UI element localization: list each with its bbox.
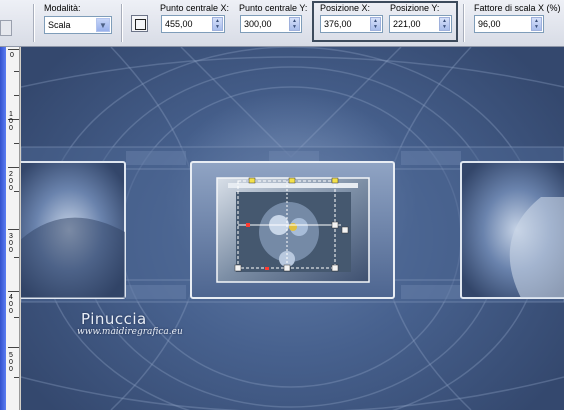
ruler-mark-500: 5 0 0	[9, 352, 13, 373]
ruler-mark-200: 2 0 0	[9, 171, 13, 192]
ruler-mark-300: 3 0 0	[9, 233, 13, 254]
mode-label: Modalità:	[44, 3, 81, 13]
ruler-selection-highlight	[0, 47, 6, 410]
center-y-label: Punto centrale Y:	[239, 3, 308, 13]
ruler-mark-0: 0	[10, 52, 14, 59]
tool-preset-icon[interactable]	[0, 20, 12, 36]
watermark-signature: Pinuccia www.maidiregrafica.eu	[77, 310, 183, 337]
center-x-value: 455,00	[165, 19, 193, 29]
toolbar-separator	[463, 4, 464, 42]
center-y-field[interactable]: 300,00 ▲ ▼	[240, 15, 302, 33]
center-x-label: Punto centrale X:	[160, 3, 230, 13]
scale-x-field[interactable]: 96,00 ▲ ▼	[474, 15, 544, 33]
watermark-url: www.maidiregrafica.eu	[77, 327, 183, 337]
center-point-icon[interactable]	[131, 15, 148, 32]
spinner-arrows-icon[interactable]: ▲ ▼	[439, 17, 450, 31]
scale-x-label: Fattore di scala X (%)	[474, 3, 561, 13]
image-canvas[interactable]: Pinuccia www.maidiregrafica.eu	[21, 47, 564, 410]
mode-value: Scala	[48, 20, 71, 30]
scale-x-value: 96,00	[478, 19, 501, 29]
watermark-name: Pinuccia	[81, 310, 147, 328]
spinner-arrows-icon[interactable]: ▲ ▼	[370, 17, 381, 31]
position-y-label: Posizione Y:	[390, 3, 440, 13]
pick-tool-options-bar: Modalità: Scala ▼ Punto centrale X: 455,…	[0, 0, 564, 47]
position-x-field[interactable]: 376,00 ▲ ▼	[320, 15, 383, 33]
position-y-value: 221,00	[393, 19, 421, 29]
center-y-value: 300,00	[244, 19, 272, 29]
artwork-graphic	[21, 47, 564, 410]
toolbar-separator	[121, 4, 122, 42]
spinner-arrows-icon[interactable]: ▲ ▼	[289, 17, 300, 31]
position-x-label: Posizione X:	[320, 3, 371, 13]
center-x-field[interactable]: 455,00 ▲ ▼	[161, 15, 225, 33]
position-y-field[interactable]: 221,00 ▲ ▼	[389, 15, 452, 33]
spinner-arrows-icon[interactable]: ▲ ▼	[212, 17, 223, 31]
spinner-arrows-icon[interactable]: ▲ ▼	[531, 17, 542, 31]
toolbar-separator	[33, 4, 34, 42]
ruler-mark-100: 1 0 0	[9, 111, 13, 132]
position-x-value: 376,00	[324, 19, 352, 29]
chevron-down-icon[interactable]: ▼	[96, 18, 110, 32]
mode-dropdown[interactable]: Scala ▼	[44, 16, 112, 34]
ruler-mark-400: 4 0 0	[9, 294, 13, 315]
